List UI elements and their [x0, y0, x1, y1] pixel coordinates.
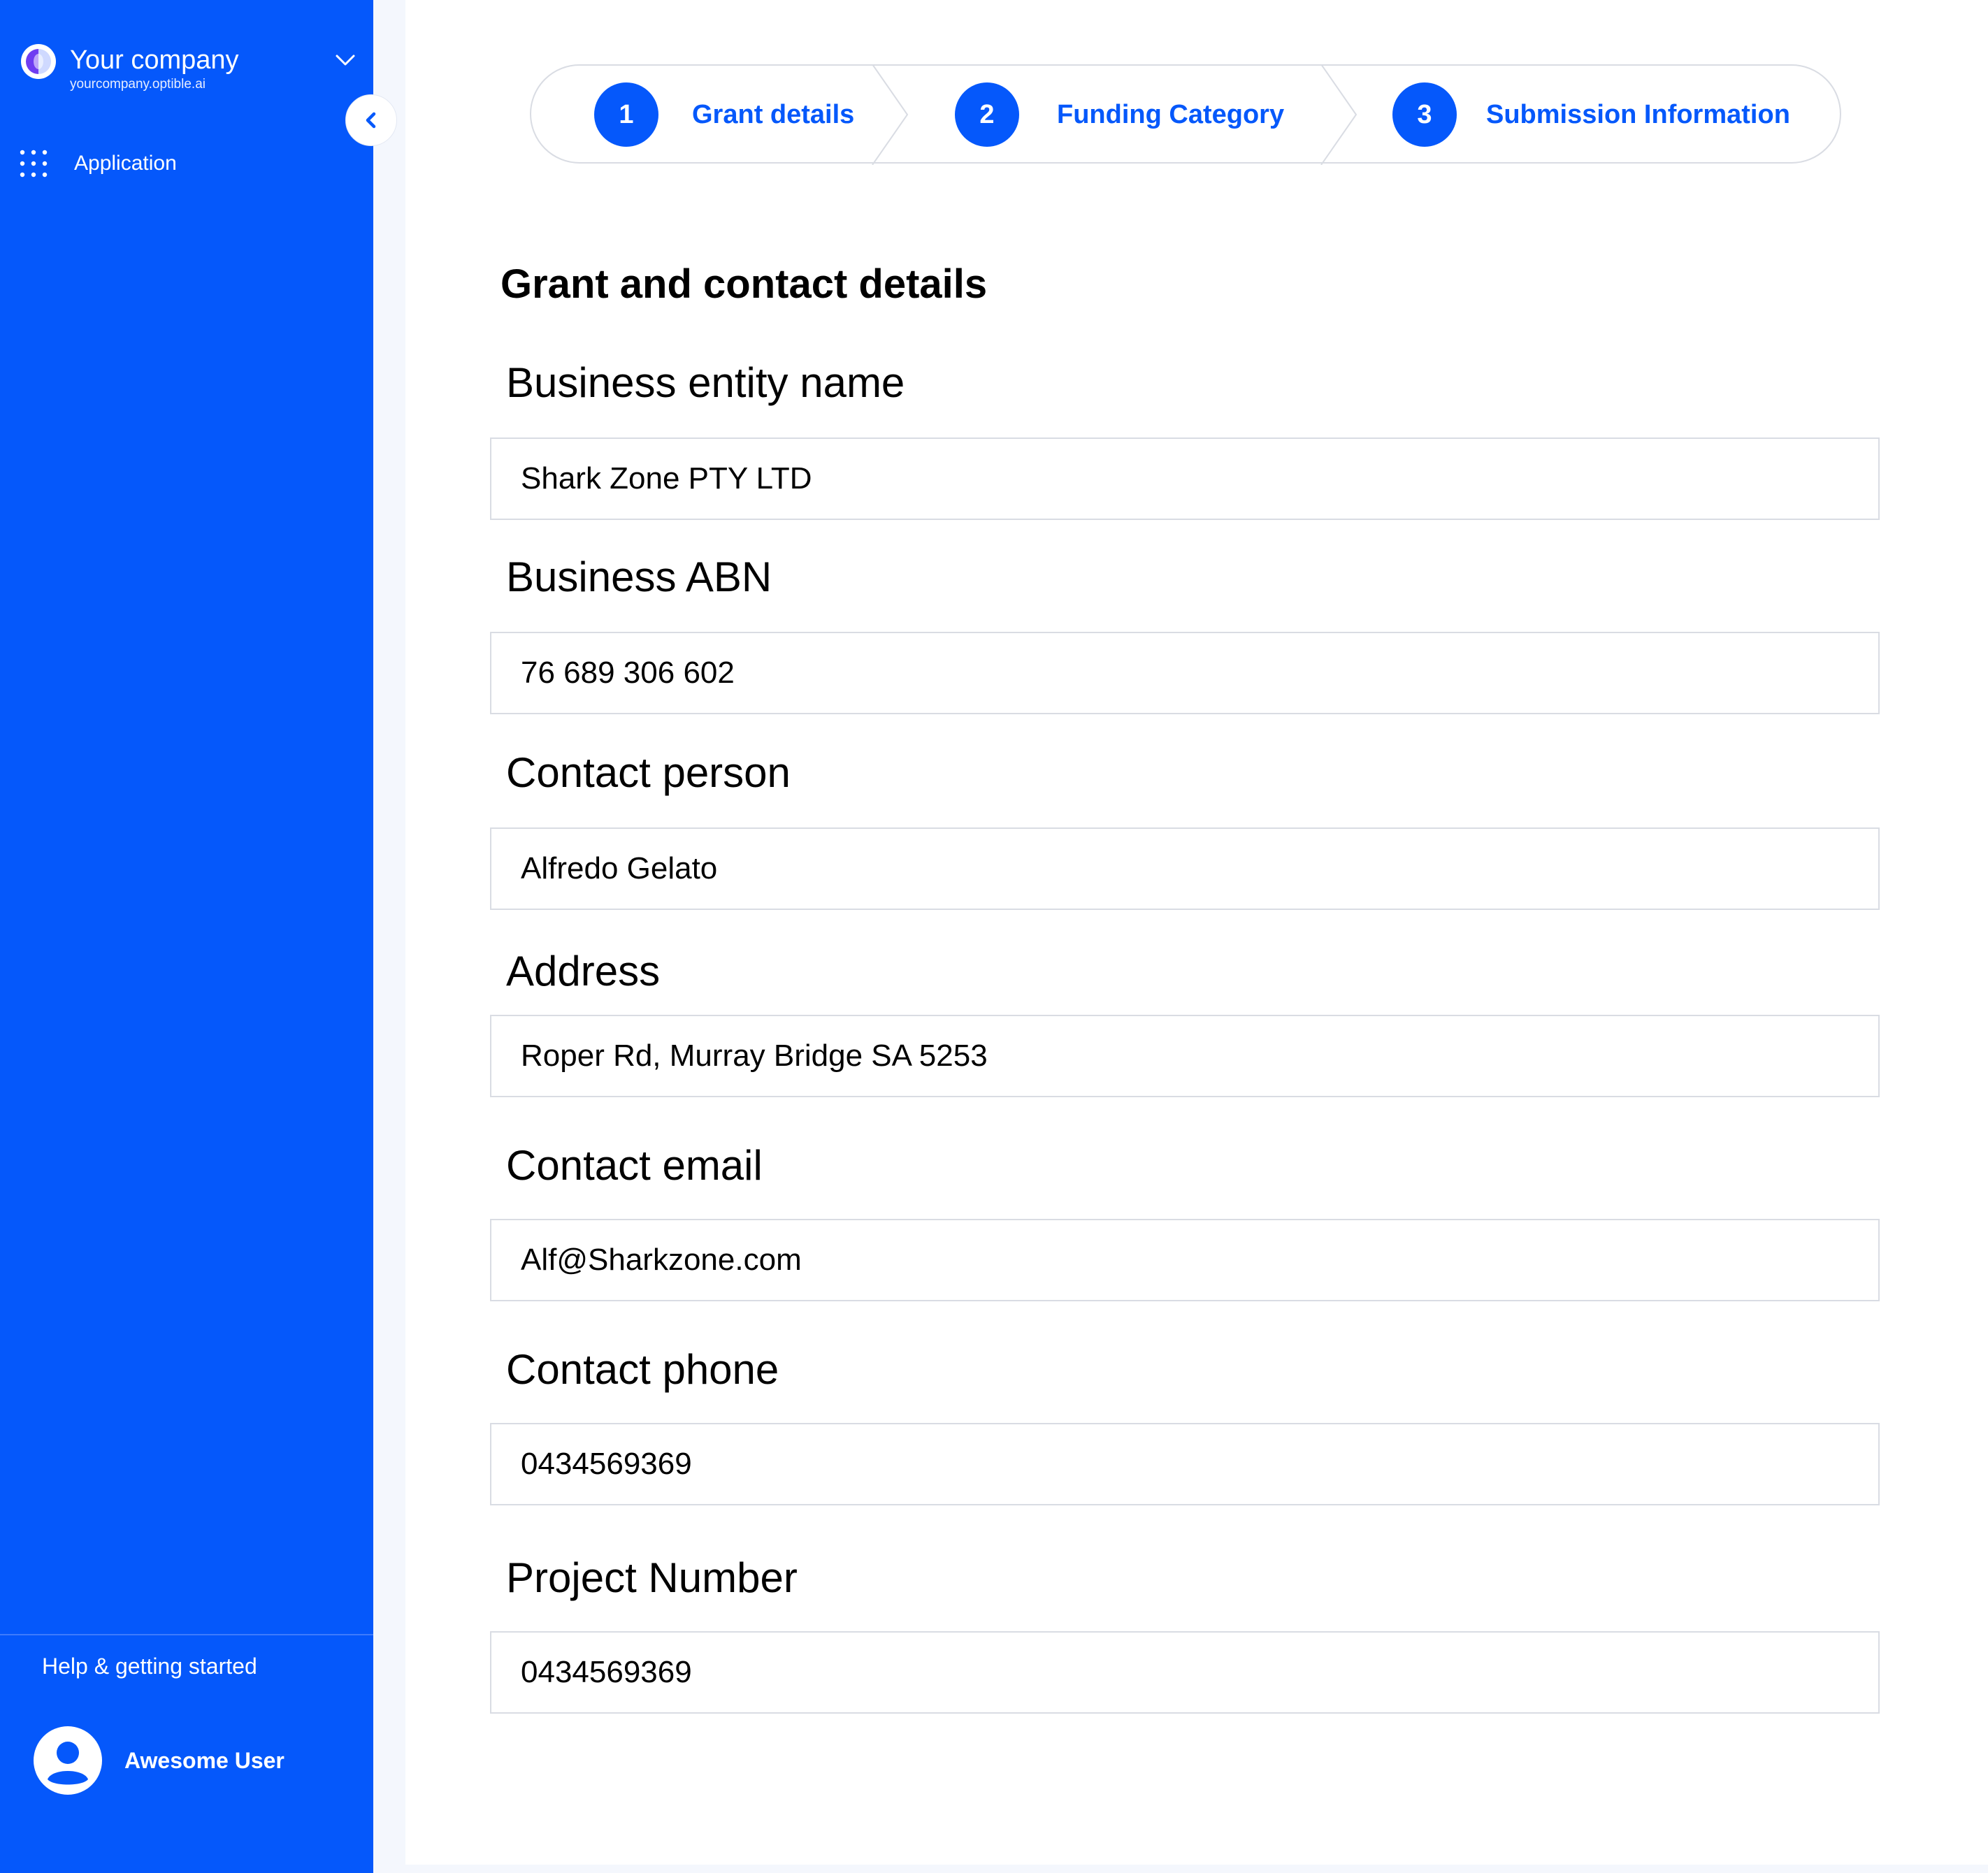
contact-email-input[interactable]	[490, 1219, 1880, 1301]
company-name: Your company	[70, 45, 239, 75]
grid-icon	[20, 150, 48, 178]
company-url: yourcompany.optible.ai	[70, 77, 206, 92]
business-abn-input[interactable]	[490, 632, 1880, 714]
sidebar-item-application[interactable]: Application	[20, 148, 348, 179]
contact-person-label: Contact person	[506, 749, 791, 796]
step-number: 3	[1392, 82, 1457, 147]
sidebar-item-label: Application	[74, 152, 177, 175]
address-label: Address	[506, 948, 661, 995]
contact-phone-label: Contact phone	[506, 1346, 779, 1393]
help-link[interactable]: Help & getting started	[42, 1652, 257, 1680]
address-input[interactable]	[490, 1015, 1880, 1097]
project-number-label: Project Number	[506, 1554, 798, 1601]
contact-email-label: Contact email	[506, 1142, 763, 1189]
company-switcher[interactable]: Your company yourcompany.optible.ai	[21, 41, 356, 96]
business-entity-name-label: Business entity name	[506, 359, 905, 406]
progress-stepper: 1 Grant details 2 Funding Category 3 Sub…	[530, 64, 1841, 165]
avatar	[34, 1726, 102, 1795]
chevron-left-icon	[366, 112, 376, 129]
step-funding-category[interactable]: 2 Funding Category	[955, 81, 1284, 148]
project-number-input[interactable]	[490, 1631, 1880, 1714]
company-logo-icon	[21, 44, 56, 79]
contact-phone-input[interactable]	[490, 1423, 1880, 1505]
step-separator-icon	[1320, 64, 1357, 165]
chevron-down-icon[interactable]	[331, 46, 359, 74]
main-content: 1 Grant details 2 Funding Category 3 Sub…	[405, 0, 1988, 1865]
step-label: Submission Information	[1486, 99, 1790, 129]
sidebar-divider	[0, 1634, 373, 1635]
step-number: 1	[594, 82, 658, 147]
business-abn-label: Business ABN	[506, 554, 772, 600]
contact-person-input[interactable]	[490, 827, 1880, 910]
page-title: Grant and contact details	[500, 261, 988, 307]
step-grant-details[interactable]: 1 Grant details	[594, 81, 854, 148]
user-name: Awesome User	[124, 1748, 284, 1773]
step-submission-information[interactable]: 3 Submission Information	[1392, 81, 1790, 148]
user-profile[interactable]: Awesome User	[34, 1726, 355, 1796]
step-number: 2	[955, 82, 1019, 147]
collapse-sidebar-button[interactable]	[345, 94, 397, 146]
step-label: Grant details	[692, 99, 855, 129]
business-entity-name-input[interactable]	[490, 437, 1880, 520]
step-separator-icon	[872, 64, 909, 165]
step-label: Funding Category	[1057, 99, 1285, 129]
sidebar: Your company yourcompany.optible.ai Appl…	[0, 0, 373, 1873]
